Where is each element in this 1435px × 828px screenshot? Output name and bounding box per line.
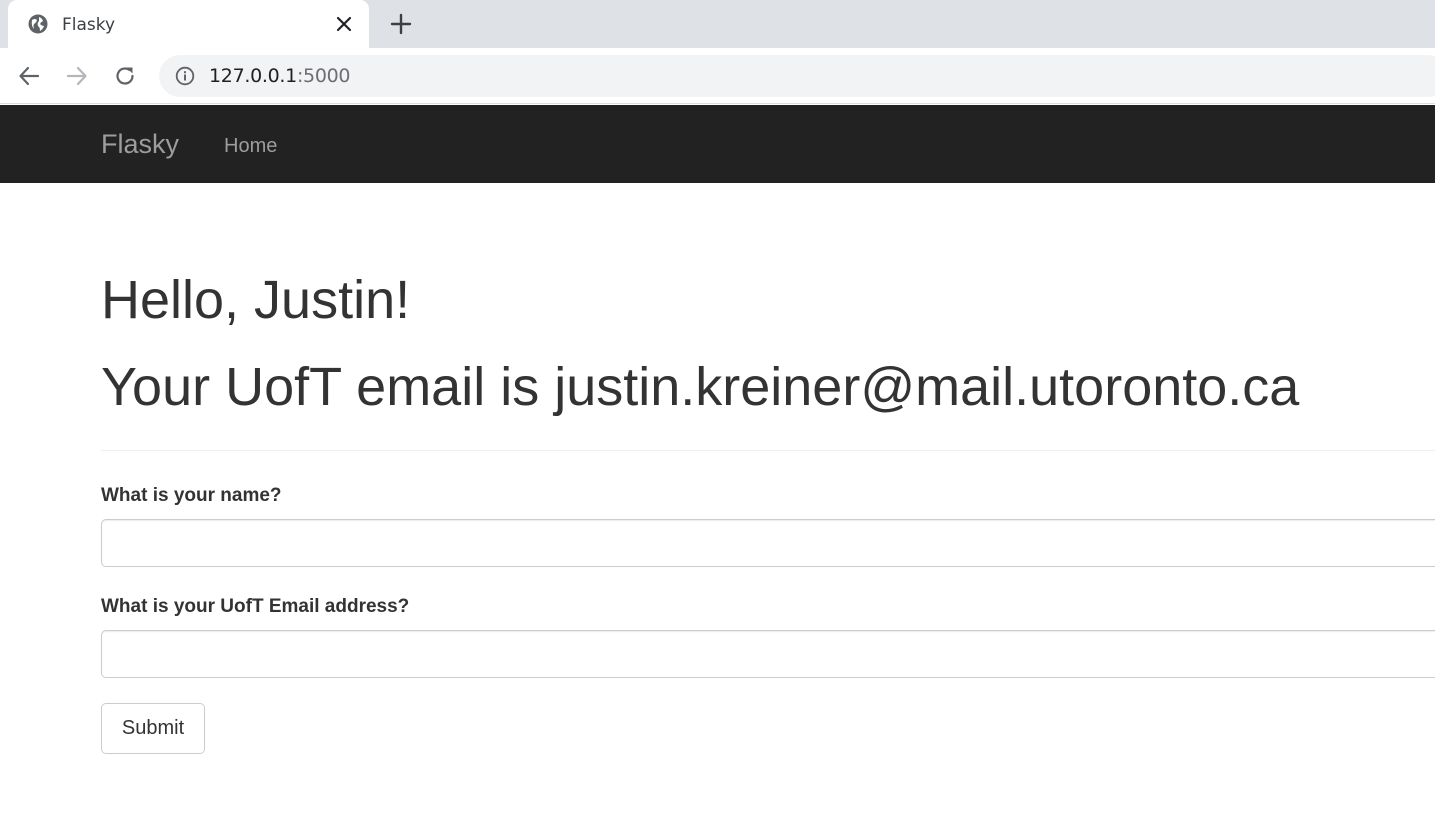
url-host: 127.0.0.1 — [209, 65, 297, 87]
email-heading: Your UofT email is justin.kreiner@mail.u… — [101, 357, 1300, 417]
email-input[interactable] — [101, 630, 1435, 678]
email-label: What is your UofT Email address? — [101, 596, 410, 617]
nav-link-home[interactable]: Home — [224, 135, 277, 158]
tab-title: Flasky — [62, 15, 116, 35]
url-port: :5000 — [296, 65, 351, 87]
forward-arrow-icon[interactable] — [65, 64, 89, 88]
close-icon[interactable] — [334, 14, 354, 34]
submit-button[interactable]: Submit — [101, 703, 205, 754]
globe-icon — [28, 14, 48, 34]
reload-icon[interactable] — [113, 64, 137, 88]
name-label: What is your name? — [101, 485, 282, 506]
brand-link[interactable]: Flasky — [101, 129, 179, 160]
browser-toolbar: 127.0.0.1:5000 — [0, 48, 1435, 104]
header-divider — [101, 450, 1435, 451]
browser-tab[interactable]: Flasky — [8, 0, 369, 48]
greeting-heading: Hello, Justin! — [101, 270, 411, 330]
back-arrow-icon[interactable] — [17, 64, 41, 88]
address-bar[interactable]: 127.0.0.1:5000 — [159, 55, 1435, 97]
browser-tabstrip: Flasky — [0, 0, 1435, 48]
url-text: 127.0.0.1:5000 — [209, 65, 351, 87]
name-input[interactable] — [101, 519, 1435, 567]
plus-icon[interactable] — [390, 13, 412, 35]
info-icon[interactable] — [175, 66, 195, 86]
site-navbar: Flasky Home — [0, 105, 1435, 183]
